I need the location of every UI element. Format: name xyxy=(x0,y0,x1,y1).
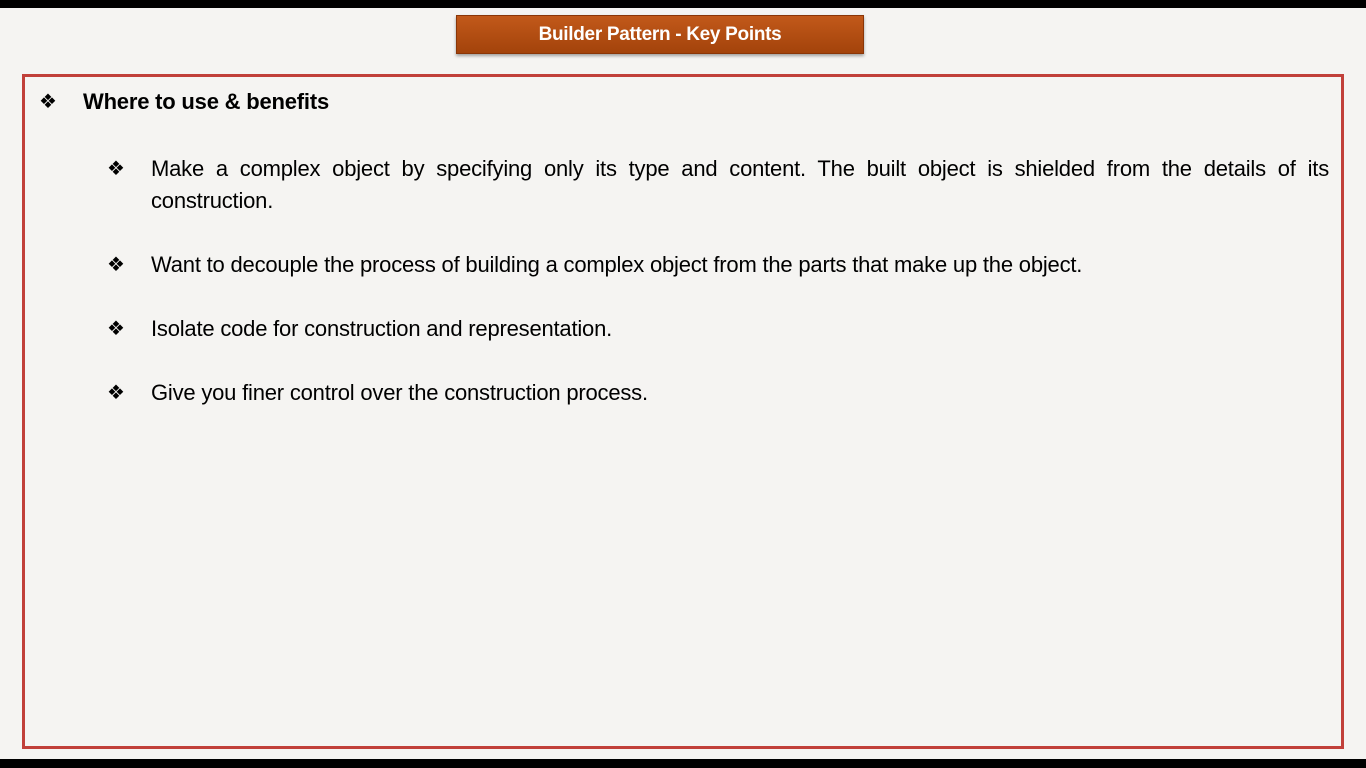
list-item: ❖ Make a complex object by specifying on… xyxy=(107,153,1329,217)
diamond-bullet-icon: ❖ xyxy=(107,158,125,180)
diamond-bullet-icon: ❖ xyxy=(39,91,57,113)
section-heading: Where to use & benefits xyxy=(83,89,329,114)
slide-title: Builder Pattern - Key Points xyxy=(456,15,864,54)
diamond-bullet-icon: ❖ xyxy=(107,254,125,276)
section-heading-row: ❖ Where to use & benefits xyxy=(39,89,329,115)
list-item: ❖ Give you finer control over the constr… xyxy=(107,377,1329,409)
slide: Builder Pattern - Key Points ❖ Where to … xyxy=(0,8,1366,759)
diamond-bullet-icon: ❖ xyxy=(107,318,125,340)
list-item-text: Isolate code for construction and repres… xyxy=(151,316,613,341)
content-panel: ❖ Where to use & benefits ❖ Make a compl… xyxy=(22,74,1344,749)
list-item: ❖ Want to decouple the process of buildi… xyxy=(107,249,1329,281)
diamond-bullet-icon: ❖ xyxy=(107,382,125,404)
list-item: ❖ Isolate code for construction and repr… xyxy=(107,313,1329,345)
bullet-list: ❖ Make a complex object by specifying on… xyxy=(107,153,1329,441)
list-item-text: Give you finer control over the construc… xyxy=(151,380,648,405)
list-item-text: Make a complex object by specifying only… xyxy=(151,156,1329,213)
list-item-text: Want to decouple the process of building… xyxy=(151,252,1083,277)
